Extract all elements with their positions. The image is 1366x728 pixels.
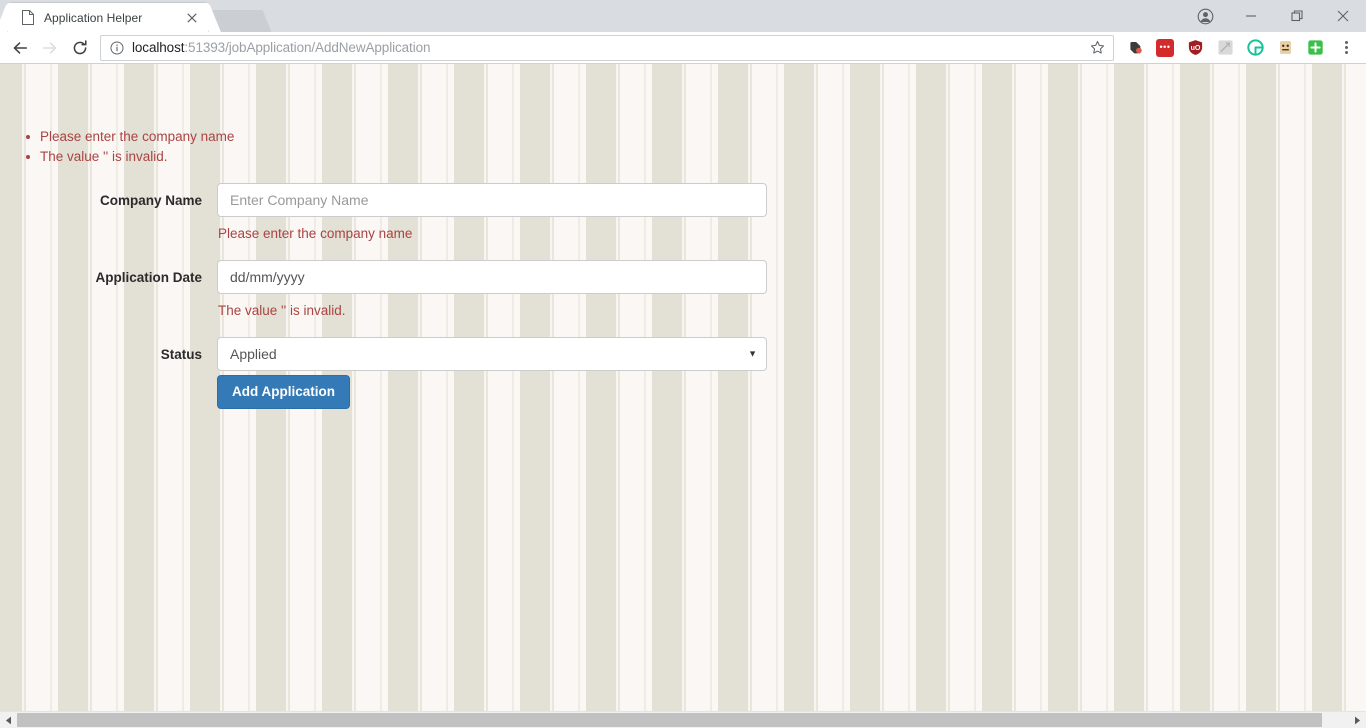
address-bar-host: localhost	[132, 40, 185, 55]
bookmark-star-icon[interactable]	[1085, 36, 1109, 60]
address-bar-url: localhost:51393/jobApplication/AddNewApp…	[132, 40, 1085, 55]
status-field-wrap: Applied ▼	[217, 337, 767, 371]
company-name-input[interactable]	[217, 183, 767, 217]
horizontal-scrollbar[interactable]	[0, 711, 1366, 728]
application-date-label: Application Date	[95, 270, 202, 285]
password-manager-extension-icon[interactable]: •••	[1151, 34, 1179, 62]
company-name-error: Please enter the company name	[218, 226, 413, 241]
restore-window-icon[interactable]	[1274, 0, 1320, 32]
add-new-application-page: Please enter the company name The value …	[0, 64, 1366, 728]
application-date-field-wrap: The value '' is invalid.	[217, 260, 767, 337]
form-row-company-name: Company Name Please enter the company na…	[0, 183, 1366, 260]
close-window-icon[interactable]	[1320, 0, 1366, 32]
ublock-origin-extension-icon[interactable]: uO	[1181, 34, 1209, 62]
status-select[interactable]: Applied	[217, 337, 767, 371]
page-icon	[20, 10, 36, 26]
profile-avatar-icon[interactable]	[1182, 0, 1228, 32]
company-name-field-wrap: Please enter the company name	[217, 183, 767, 260]
application-date-input[interactable]	[217, 260, 767, 294]
add-application-button[interactable]: Add Application	[217, 375, 350, 409]
tab-title: Application Helper	[44, 10, 143, 25]
address-bar[interactable]: localhost:51393/jobApplication/AddNewApp…	[100, 34, 1114, 61]
reload-icon[interactable]	[66, 34, 94, 62]
form-row-submit: Add Application	[0, 371, 1366, 409]
new-tab-icon[interactable]	[214, 10, 260, 32]
application-date-error: The value '' is invalid.	[218, 303, 346, 318]
status-select-wrap: Applied ▼	[217, 337, 767, 371]
form-row-status: Status Applied ▼	[0, 337, 1366, 371]
form-row-application-date: Application Date The value '' is invalid…	[0, 260, 1366, 337]
window-controls	[1182, 0, 1366, 32]
submit-spacer	[0, 375, 217, 402]
horizontal-scrollbar-thumb[interactable]	[17, 713, 1323, 727]
add-application-form: Company Name Please enter the company na…	[0, 183, 1366, 409]
minimize-icon[interactable]	[1228, 0, 1274, 32]
add-extension-icon[interactable]	[1301, 34, 1329, 62]
back-arrow-icon[interactable]	[6, 34, 34, 62]
extension-toolbar: ••• uO	[1120, 34, 1330, 62]
svg-text:uO: uO	[1190, 44, 1200, 52]
grammarly-extension-icon[interactable]	[1241, 34, 1269, 62]
honey-extension-icon[interactable]	[1271, 34, 1299, 62]
browser-toolbar: localhost:51393/jobApplication/AddNewApp…	[0, 32, 1366, 64]
close-icon[interactable]	[184, 10, 200, 26]
evernote-extension-icon[interactable]	[1121, 34, 1149, 62]
forward-arrow-icon	[36, 34, 64, 62]
browser-menu-icon[interactable]	[1332, 34, 1360, 62]
horizontal-scrollbar-track[interactable]	[17, 712, 1349, 728]
status-label: Status	[160, 347, 202, 362]
disabled-extension-icon[interactable]	[1211, 34, 1239, 62]
validation-summary-item: The value '' is invalid.	[26, 147, 1366, 167]
page-info-icon[interactable]	[109, 40, 125, 56]
scroll-right-arrow-icon[interactable]	[1349, 712, 1366, 728]
validation-summary: Please enter the company name The value …	[0, 127, 1366, 167]
address-bar-path: :51393/jobApplication/AddNewApplication	[184, 40, 431, 55]
validation-summary-item: Please enter the company name	[26, 127, 1366, 147]
tab-strip: Application Helper	[0, 0, 1366, 32]
submit-wrap: Add Application	[217, 375, 767, 409]
company-name-label: Company Name	[99, 193, 202, 208]
browser-window: Application Helper localhost:51393/jobAp…	[0, 0, 1366, 728]
scroll-left-arrow-icon[interactable]	[0, 712, 17, 728]
page-viewport: Please enter the company name The value …	[0, 64, 1366, 728]
browser-tab-application-helper[interactable]: Application Helper	[8, 3, 208, 32]
